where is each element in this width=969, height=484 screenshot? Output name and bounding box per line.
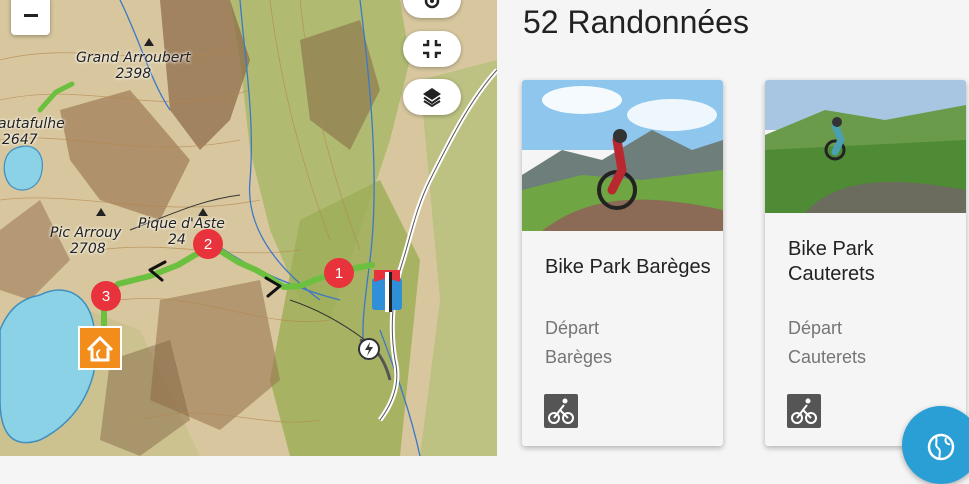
refuge-hut-icon[interactable] — [78, 326, 122, 370]
hike-name: Bike Park Cauterets — [788, 238, 875, 285]
route-step-marker[interactable]: 3 — [91, 281, 121, 311]
hike-card[interactable]: Bike Park Cauterets Départ Cauterets — [765, 80, 966, 446]
start-parking-icon[interactable] — [368, 268, 406, 312]
peak-name: Grand Arroubert — [76, 50, 191, 66]
hike-listing-panel: 52 Randonnées Bike Park Barèges Départ B… — [497, 0, 969, 456]
hike-photo — [765, 80, 966, 213]
route-step-marker[interactable]: 2 — [193, 229, 223, 259]
map-label-autafulhe: autafulhe 2647 — [0, 116, 65, 148]
peak-elevation: 2647 — [2, 132, 38, 148]
power-station-icon — [358, 338, 380, 360]
hike-photo — [522, 80, 723, 231]
peak-name: autafulhe — [0, 116, 65, 132]
map-toggle-button[interactable] — [902, 406, 969, 484]
fullscreen-exit-button[interactable] — [403, 31, 461, 67]
start-label: Départ — [788, 318, 843, 338]
fullscreen-exit-icon — [423, 40, 441, 58]
map-label-pic-arrouy: Pic Arrouy 2708 — [50, 225, 121, 257]
peak-elevation: 2708 — [70, 241, 106, 257]
locate-button[interactable] — [403, 0, 461, 18]
peak-elevation: 2398 — [115, 66, 152, 82]
globe-icon — [927, 433, 955, 461]
start-city: Cauterets — [788, 347, 867, 367]
location-pin-icon — [424, 0, 440, 9]
layers-button[interactable] — [403, 79, 461, 115]
map-label-grand-arroubert: Grand Arroubert 2398 — [76, 50, 191, 82]
results-count-title: 52 Randonnées — [523, 4, 749, 40]
trail-map[interactable]: Grand Arroubert 2398 autafulhe 2647 Pic … — [0, 0, 497, 456]
zoom-out-button[interactable] — [11, 0, 50, 35]
mountain-bike-icon — [787, 394, 821, 428]
start-city: Barèges — [545, 347, 613, 367]
route-step-marker[interactable]: 1 — [324, 258, 354, 288]
peak-name: Pic Arrouy — [50, 225, 122, 241]
mountain-bike-icon — [544, 394, 578, 428]
hike-card[interactable]: Bike Park Barèges Départ Barèges — [522, 80, 723, 446]
hike-name: Bike Park Barèges — [545, 256, 711, 278]
start-label: Départ — [545, 318, 600, 338]
minus-icon — [23, 14, 38, 17]
layers-icon — [423, 88, 441, 107]
